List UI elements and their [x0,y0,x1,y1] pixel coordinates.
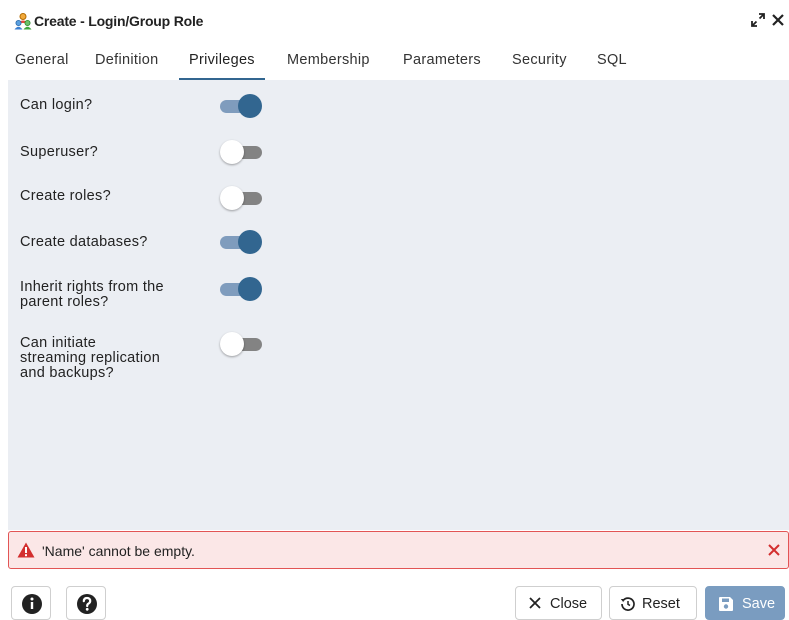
tab-parameters[interactable]: Parameters [403,42,481,80]
maximize-icon[interactable] [751,13,765,27]
dialog-footer: Close Reset Save [0,576,789,620]
superuser-toggle[interactable] [220,140,264,164]
can-login-label: Can login? [20,97,93,113]
help-button[interactable] [66,586,106,620]
tab-bar: General Definition Privileges Membership… [0,42,789,81]
error-text: 'Name' cannot be empty. [42,543,195,559]
inherit-rights-toggle[interactable] [220,277,264,301]
help-icon [77,594,97,614]
x-icon [529,597,541,609]
tab-definition[interactable]: Definition [95,42,158,80]
create-databases-toggle[interactable] [220,230,264,254]
dialog-title: Create - Login/Group Role [34,13,204,29]
tab-membership[interactable]: Membership [287,42,370,80]
close-button[interactable]: Close [515,586,602,620]
create-roles-label: Create roles? [20,188,111,204]
streaming-replication-toggle[interactable] [220,332,264,356]
close-icon[interactable] [771,13,785,27]
reset-icon [620,597,635,611]
streaming-replication-label: Can initiate streaming replication and b… [20,335,161,381]
group-role-icon [14,13,32,30]
tab-general[interactable]: General [15,42,69,80]
create-roles-toggle[interactable] [220,186,264,210]
warning-icon [17,542,35,558]
error-message-bar: 'Name' cannot be empty. [8,531,789,569]
reset-button[interactable]: Reset [609,586,697,620]
dialog-titlebar: Create - Login/Group Role [0,0,789,43]
privileges-panel: Can login? Superuser? Create roles? Crea… [8,80,789,530]
superuser-label: Superuser? [20,144,98,160]
save-icon [719,597,733,611]
create-databases-label: Create databases? [20,234,148,250]
tab-security[interactable]: Security [512,42,567,80]
info-button[interactable] [11,586,51,620]
inherit-rights-label: Inherit rights from the parent roles? [20,279,164,310]
info-icon [22,594,42,614]
save-button[interactable]: Save [705,586,785,620]
close-error-icon[interactable] [766,542,782,558]
tab-sql[interactable]: SQL [597,42,627,80]
tab-privileges[interactable]: Privileges [179,42,265,81]
can-login-toggle[interactable] [220,94,264,118]
